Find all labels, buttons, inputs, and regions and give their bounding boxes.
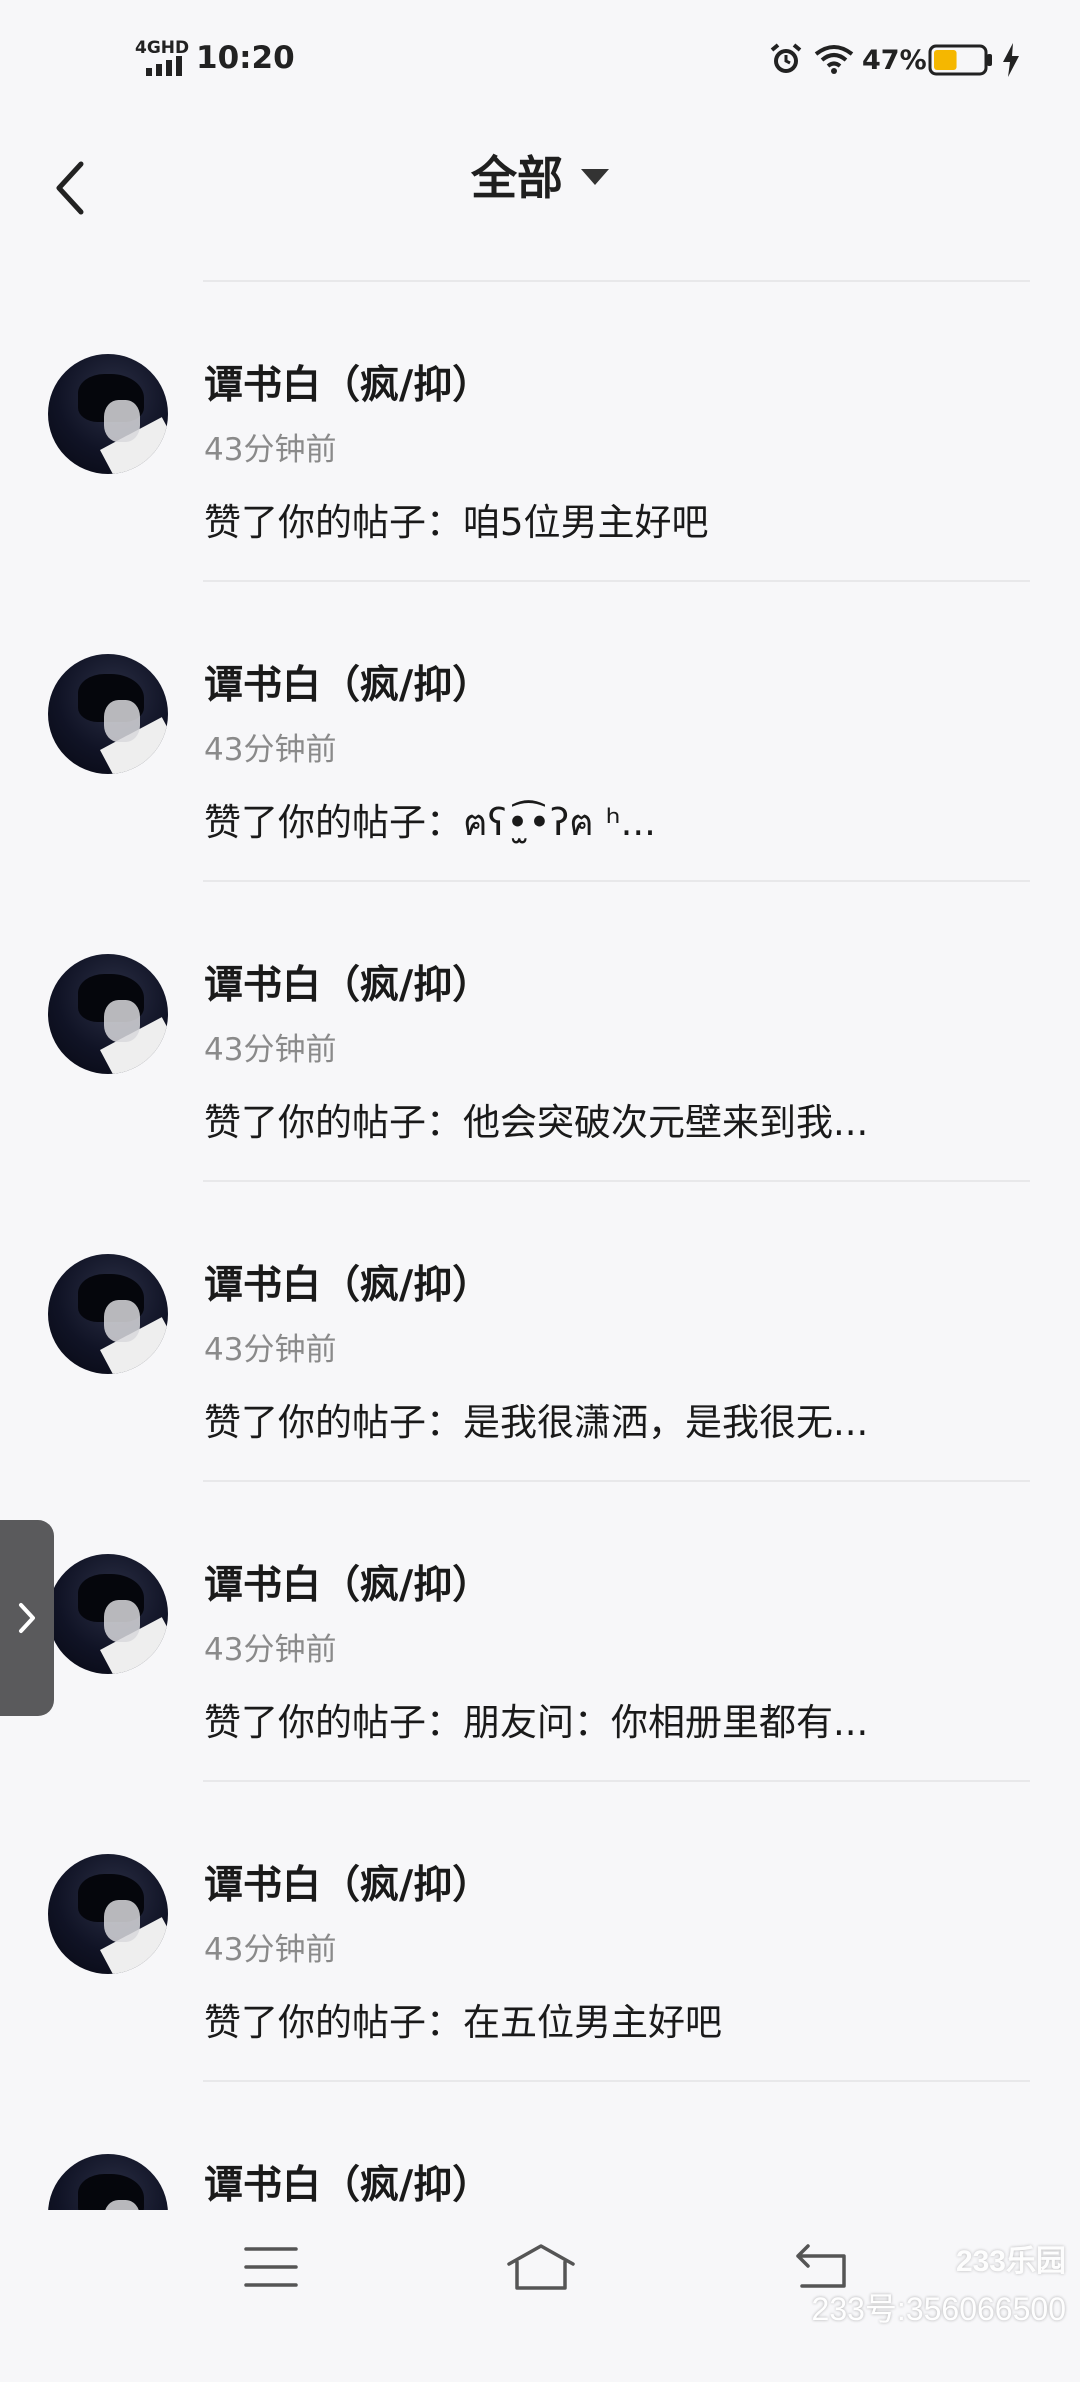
notification-text: 赞了你的帖子：朋友问：你相册里都有... — [204, 1701, 869, 1744]
notification-text: 赞了你的帖子：咱5位男主好吧 — [204, 501, 709, 544]
notification-item[interactable]: 谭书白（疯/抑） 43分钟前赞了你的帖子：他会突破次元壁来到我... — [0, 882, 1080, 1182]
notification-text: 赞了你的帖子：他会突破次元壁来到我... — [204, 1101, 869, 1144]
watermark-id: 233号:356066500 — [811, 2291, 1066, 2327]
user-name[interactable]: 谭书白（疯/抑） — [204, 954, 491, 1010]
user-name[interactable]: 谭书白（疯/抑） — [204, 1554, 491, 1610]
watermark: 233乐园 233号:356066500 — [812, 2236, 1066, 2330]
notification-text: 赞了你的帖子：在五位男主好吧 — [204, 2001, 722, 2044]
notification-item[interactable]: 谭书白（疯/抑） 43分钟前赞了你的帖子：在五位男主好吧 — [0, 1782, 1080, 2082]
battery-icon — [928, 44, 992, 76]
user-name[interactable]: 谭书白（疯/抑） — [204, 2154, 491, 2210]
charging-icon — [1003, 43, 1019, 77]
notification-item[interactable]: 谭书白（疯/抑） 43分钟前赞了你的帖子：是我很潇洒，是我很无... — [0, 1182, 1080, 1482]
watermark-logo: 233乐园 — [955, 2245, 1066, 2278]
user-name[interactable]: 谭书白（疯/抑） — [204, 354, 491, 410]
home-icon — [507, 2244, 575, 2290]
avatar[interactable] — [48, 1854, 168, 1974]
avatar[interactable] — [48, 354, 168, 474]
caret-down-icon — [581, 169, 609, 185]
timestamp: 43分钟前 — [204, 1932, 337, 1968]
system-nav-bar: 233乐园 233号:356066500 — [0, 2210, 1080, 2340]
alarm-icon — [770, 43, 802, 73]
avatar[interactable] — [48, 1254, 168, 1374]
menu-button[interactable] — [226, 2232, 316, 2302]
page-title: 全部 — [471, 151, 563, 205]
timestamp: 43分钟前 — [204, 432, 337, 468]
timestamp: 43分钟前 — [204, 732, 337, 768]
status-bar: 4GHD 10:20 47% — [0, 0, 1080, 120]
network-type: 4GHD — [135, 38, 190, 58]
timestamp: 43分钟前 — [204, 1032, 337, 1068]
timestamp: 43分钟前 — [204, 1332, 337, 1368]
avatar[interactable] — [48, 954, 168, 1074]
signal-icon — [146, 56, 182, 76]
notification-text: 赞了你的帖子：ฅʕ•̫͡•ʔฅ ʰ... — [204, 801, 656, 844]
timestamp: 43分钟前 — [204, 1632, 337, 1668]
filter-dropdown[interactable]: 全部 — [0, 142, 1080, 208]
battery-percentage: 47% — [862, 45, 927, 76]
chevron-right-icon — [19, 1603, 35, 1633]
side-drawer-handle[interactable] — [0, 1520, 54, 1716]
home-button[interactable] — [496, 2232, 586, 2302]
notification-item[interactable]: 谭书白（疯/抑） 43分钟前赞了你的帖子：ฅʕ•̫͡•ʔฅ ʰ... — [0, 582, 1080, 882]
avatar[interactable] — [48, 654, 168, 774]
notification-item[interactable]: 谭书白（疯/抑） 43分钟前赞了你的帖子：朋友问：你相册里都有... — [0, 1482, 1080, 1782]
notification-item[interactable]: 谭书白（疯/抑） 43分钟前赞了你的帖子：咱5位男主好吧 — [0, 282, 1080, 582]
user-name[interactable]: 谭书白（疯/抑） — [204, 1854, 491, 1910]
menu-icon — [244, 2247, 298, 2287]
wifi-icon — [814, 45, 854, 74]
avatar[interactable] — [48, 1554, 168, 1674]
user-name[interactable]: 谭书白（疯/抑） — [204, 654, 491, 710]
header: 全部 — [0, 120, 1080, 280]
clock: 10:20 — [196, 40, 295, 76]
notification-text: 赞了你的帖子：是我很潇洒，是我很无... — [204, 1401, 869, 1444]
user-name[interactable]: 谭书白（疯/抑） — [204, 1254, 491, 1310]
notification-list: 谭书白（疯/抑） 43分钟前 赞了你的帖子：咱5位男主好吧 谭书白（疯/抑） 43分钟前… — [0, 282, 1080, 2382]
